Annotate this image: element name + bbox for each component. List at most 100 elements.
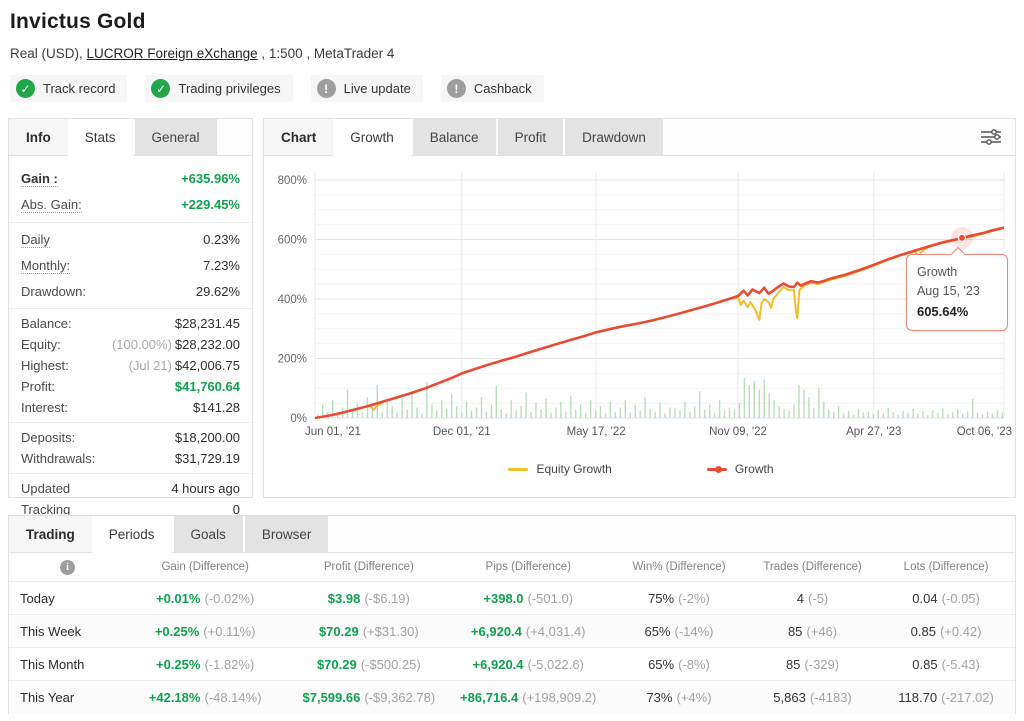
period-cell: $70.29(-$500.25)	[291, 657, 446, 672]
stat-row: Highest: (Jul 21)$42,006.75	[9, 355, 252, 376]
account-type: Real (USD),	[10, 46, 87, 61]
period-row-this-year[interactable]: This Year+42.18%(-48.14%)$7,599.66(-$9,3…	[9, 681, 1015, 714]
stat-label: Highest:	[21, 358, 69, 373]
cell-main-value: $70.29	[317, 657, 357, 672]
stats-group: Deposits: $18,200.00 Withdrawals: $31,729.1…	[9, 422, 252, 473]
stat-label[interactable]: Daily	[21, 232, 50, 248]
period-row-this-month[interactable]: This Month+0.25%(-1.82%)$70.29(-$500.25)…	[9, 648, 1015, 681]
stat-label: Withdrawals:	[21, 451, 95, 466]
info-icon[interactable]: i	[60, 560, 75, 575]
badge-trading-privileges[interactable]: ✓Trading privileges	[145, 75, 292, 102]
period-cell: +42.18%(-48.14%)	[119, 690, 291, 705]
column-header-pips[interactable]: Pips (Difference)	[446, 561, 610, 573]
periods-tab-trading[interactable]: Trading	[9, 516, 92, 552]
column-header-gain[interactable]: Gain (Difference)	[119, 561, 291, 573]
cell-difference: (-5)	[808, 591, 828, 606]
growth-chart[interactable]: 0%200%400%600%800%Jun 01, '21Dec 01, '21…	[267, 158, 1012, 453]
growth-swatch	[707, 468, 727, 471]
svg-text:800%: 800%	[278, 175, 307, 187]
period-label: This Month	[9, 657, 119, 672]
period-cell: +86,716.4(+198,909.2)	[446, 690, 610, 705]
cell-main-value: +86,716.4	[460, 690, 518, 705]
periods-tab-periods[interactable]: Periods	[92, 516, 172, 553]
stats-tabbar: InfoStatsGeneral	[9, 119, 252, 156]
cell-difference: (-217.02)	[941, 690, 994, 705]
badge-track-record[interactable]: ✓Track record	[10, 75, 127, 102]
cell-main-value: $70.29	[319, 624, 359, 639]
cell-main-value: 5,863	[773, 690, 806, 705]
period-cell: 0.04(-0.05)	[877, 591, 1015, 606]
cell-difference: (-2%)	[678, 591, 710, 606]
period-label: This Year	[9, 690, 119, 705]
stat-label[interactable]: Abs. Gain:	[21, 197, 82, 213]
period-cell: 5,863(-4183)	[748, 690, 877, 705]
page-title: Invictus Gold	[10, 10, 1014, 34]
period-cell: 85(-329)	[748, 657, 877, 672]
chart-tab-profit[interactable]: Profit	[496, 119, 564, 155]
cell-main-value: +0.25%	[155, 624, 199, 639]
stats-tab-stats[interactable]: Stats	[68, 119, 133, 156]
chart-tab-drawdown[interactable]: Drawdown	[563, 119, 663, 155]
chart-tab-chart[interactable]: Chart	[264, 119, 333, 155]
stat-value-prefix: (100.00%)	[112, 337, 172, 352]
period-cell: 65%(-14%)	[610, 624, 748, 639]
stat-value: $141.28	[193, 400, 240, 415]
stat-label[interactable]: Gain :	[21, 171, 58, 187]
badge-cashback[interactable]: !Cashback	[441, 75, 544, 102]
stat-value: $31,729.19	[175, 451, 240, 466]
period-cell: 0.85(-5.43)	[877, 657, 1015, 672]
svg-text:0%: 0%	[290, 413, 307, 425]
svg-text:Oct 06, '23: Oct 06, '23	[957, 426, 1012, 438]
stat-value: (Jul 21)$42,006.75	[129, 358, 240, 373]
exclamation-circle-icon: !	[447, 79, 466, 98]
svg-text:Jun 01, '21: Jun 01, '21	[305, 426, 361, 438]
stat-row: Daily0.23%	[9, 227, 252, 253]
cell-main-value: $7,599.66	[303, 690, 361, 705]
column-header-lots[interactable]: Lots (Difference)	[877, 561, 1015, 573]
column-header-win[interactable]: Win% (Difference)	[610, 561, 748, 573]
page-header: Invictus Gold Real (USD), LUCROR Foreign…	[0, 0, 1024, 102]
cell-main-value: 75%	[648, 591, 674, 606]
cell-difference: (+$31.30)	[363, 624, 419, 639]
stat-row: Deposits: $18,200.00	[9, 427, 252, 448]
stat-value: +635.96%	[181, 171, 240, 186]
column-header-trades[interactable]: Trades (Difference)	[748, 561, 877, 573]
periods-tab-goals[interactable]: Goals	[172, 516, 243, 552]
stats-panel: InfoStatsGeneral Gain : +635.96% Abs. Gain…	[8, 118, 253, 498]
stat-label: Deposits:	[21, 430, 75, 445]
account-leverage-platform: , 1:500 , MetaTrader 4	[258, 46, 395, 61]
cell-difference: (-14%)	[675, 624, 714, 639]
period-cell: 4(-5)	[748, 591, 877, 606]
chart-panel: ChartGrowthBalanceProfitDrawdown 0%200%4…	[263, 118, 1016, 498]
column-header-profit[interactable]: Profit (Difference)	[291, 561, 446, 573]
chart-tab-balance[interactable]: Balance	[411, 119, 496, 155]
stat-row: Updated4 hours ago	[9, 478, 252, 499]
broker-link[interactable]: LUCROR Foreign eXchange	[87, 46, 258, 61]
stat-label[interactable]: Monthly:	[21, 258, 70, 274]
period-cell: +6,920.4(-5,022.6)	[446, 657, 610, 672]
periods-table: i Gain (Difference)Profit (Difference)Pip…	[9, 553, 1015, 714]
cell-difference: (+4,031.4)	[526, 624, 586, 639]
svg-text:Dec 01, '21: Dec 01, '21	[433, 426, 491, 438]
chart-settings-button[interactable]	[967, 119, 1015, 155]
badge-live-update[interactable]: !Live update	[311, 75, 423, 102]
period-row-today[interactable]: Today+0.01%(-0.02%)$3.98(-$6.19)+398.0(-…	[9, 582, 1015, 615]
periods-tab-browser[interactable]: Browser	[243, 516, 329, 552]
stats-tab-info[interactable]: Info	[9, 119, 68, 155]
tooltip-series: Growth	[917, 263, 997, 282]
period-row-this-week[interactable]: This Week+0.25%(+0.11%)$70.29(+$31.30)+6…	[9, 615, 1015, 648]
check-circle-icon: ✓	[16, 79, 35, 98]
check-circle-icon: ✓	[151, 79, 170, 98]
stat-value: (100.00%)$28,232.00	[112, 337, 240, 352]
cell-difference: (-0.02%)	[204, 591, 254, 606]
stat-row: Abs. Gain:+229.45%	[9, 192, 252, 218]
legend-item-equity-growth[interactable]: Equity Growth	[508, 462, 611, 476]
stats-tab-general[interactable]: General	[133, 119, 217, 155]
chart-tab-growth[interactable]: Growth	[333, 119, 411, 156]
legend-item-growth[interactable]: Growth	[707, 462, 774, 476]
stat-value: $18,200.00	[175, 430, 240, 445]
stat-label: Updated	[21, 481, 70, 496]
stat-row: Interest:$141.28	[9, 397, 252, 418]
cell-difference: (-8%)	[678, 657, 710, 672]
cell-main-value: +6,920.4	[473, 657, 524, 672]
